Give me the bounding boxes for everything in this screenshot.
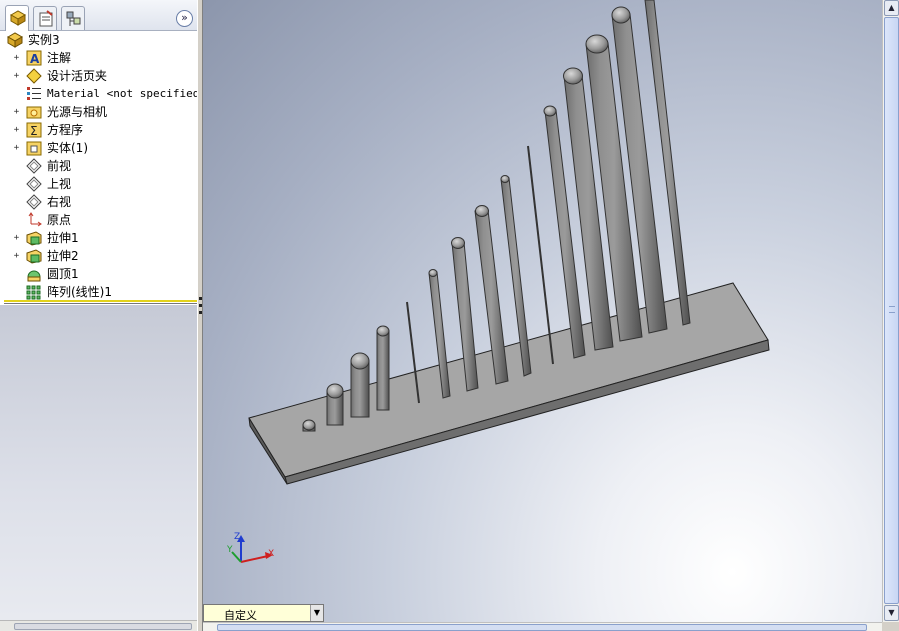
tree-item-label: 实体(1) — [47, 141, 88, 155]
design-binder-icon — [26, 68, 42, 84]
tree-item-label: 原点 — [47, 213, 72, 227]
tree-root-part[interactable]: 实例3 — [0, 31, 197, 49]
svg-text:A: A — [30, 52, 40, 66]
view-orientation-value: 自定义 — [224, 609, 257, 622]
tree-item-label: 方程序 — [47, 123, 84, 137]
pin — [527, 145, 554, 365]
panel-scroll-thumb[interactable] — [14, 623, 192, 630]
triad-z-label: Z — [234, 532, 240, 542]
graphics-area[interactable]: Z X Y — [203, 0, 882, 622]
expand-icon[interactable]: + — [12, 144, 21, 153]
feature-manager-tab[interactable] — [5, 5, 29, 32]
expand-icon[interactable]: + — [12, 126, 21, 135]
reference-triad: Z X Y — [226, 532, 274, 563]
tree-item-origin[interactable]: 原点 — [0, 211, 197, 229]
splitter-grip-dot — [199, 304, 202, 307]
scroll-grip-icon — [889, 306, 895, 313]
tree-item-label: 设计活页夹 — [47, 69, 108, 83]
chevron-down-icon[interactable]: ▼ — [310, 605, 323, 621]
plane-icon — [26, 194, 42, 210]
horizontal-scroll-thumb[interactable] — [217, 624, 867, 631]
splitter-grip-dot — [199, 297, 202, 300]
property-manager-tab[interactable] — [33, 6, 57, 30]
configuration-manager-icon — [66, 11, 81, 26]
vertical-scroll-thumb[interactable] — [884, 17, 899, 604]
tree-item-solid-bodies[interactable]: + 实体(1) — [0, 139, 197, 157]
material-icon — [27, 87, 41, 100]
svg-text:Σ: Σ — [30, 124, 38, 138]
lights-cameras-icon — [26, 106, 42, 119]
triad-y-label: Y — [226, 545, 233, 555]
solid-bodies-icon — [26, 141, 42, 156]
expand-icon[interactable]: + — [12, 252, 21, 261]
tree-item-right-plane[interactable]: 右视 — [0, 193, 197, 211]
tree-item-label: 拉伸1 — [47, 231, 79, 245]
view-orientation-dropdown[interactable]: 自定义 ▼ — [203, 604, 324, 622]
tree-item-extrude2[interactable]: + 拉伸2 — [0, 247, 197, 265]
feature-tree: 实例3 + A 注解 + 设计活页夹 Material <not specifi… — [0, 31, 206, 301]
scrollbar-corner — [882, 622, 899, 631]
pin — [376, 325, 390, 411]
feature-manager-panel: » 实例3 + A 注解 + 设计活页夹 Material <not speci… — [0, 0, 206, 631]
expand-icon[interactable]: + — [12, 234, 21, 243]
tree-item-label: 前视 — [47, 159, 72, 173]
viewport-horizontal-scrollbar[interactable] — [203, 622, 882, 631]
plane-icon — [26, 176, 42, 192]
plane-icon — [26, 158, 42, 174]
configuration-manager-tab[interactable] — [61, 6, 85, 30]
tree-item-label: 右视 — [47, 195, 72, 209]
tree-item-dome1[interactable]: 圆顶1 — [0, 265, 197, 283]
part-icon — [7, 32, 23, 48]
rollback-divider — [4, 303, 197, 304]
extrude-icon — [26, 249, 42, 264]
tree-item-label: 光源与相机 — [47, 105, 108, 119]
tree-item-equations[interactable]: + Σ 方程序 — [0, 121, 197, 139]
tree-item-label: 拉伸2 — [47, 249, 79, 263]
panel-horizontal-scrollbar[interactable] — [0, 620, 197, 631]
extrude-icon — [26, 231, 42, 246]
linear-pattern-icon — [26, 285, 41, 300]
tree-item-lights-cameras[interactable]: + 光源与相机 — [0, 103, 197, 121]
panel-empty-area — [0, 305, 197, 620]
viewport-vertical-scrollbar[interactable]: ▲ ▼ — [882, 0, 899, 622]
equations-icon: Σ — [26, 122, 42, 138]
tree-item-top-plane[interactable]: 上视 — [0, 175, 197, 193]
tree-item-label: 阵列(线性)1 — [47, 285, 112, 299]
tree-item-design-binder[interactable]: + 设计活页夹 — [0, 67, 197, 85]
panel-tabs: » — [0, 0, 197, 32]
tree-item-extrude1[interactable]: + 拉伸1 — [0, 229, 197, 247]
tree-item-label: 圆顶1 — [47, 267, 79, 281]
tabs-expand-button[interactable]: » — [176, 10, 193, 27]
scroll-down-button[interactable]: ▼ — [884, 605, 899, 621]
tree-root-label: 实例3 — [28, 33, 60, 47]
pin — [350, 352, 370, 418]
pin — [302, 419, 316, 432]
tree-item-label: 注解 — [47, 51, 72, 65]
annotations-icon: A — [26, 50, 42, 66]
rollback-bar[interactable] — [4, 300, 197, 302]
feature-manager-icon — [9, 10, 27, 26]
tree-item-material[interactable]: Material <not specified> — [0, 85, 206, 103]
splitter-grip-dot — [199, 311, 202, 314]
triad-x-label: X — [268, 549, 274, 559]
tree-item-label: Material <not specified> — [47, 87, 206, 100]
expand-icon[interactable]: + — [12, 54, 21, 63]
expand-icon[interactable]: + — [12, 108, 21, 117]
scroll-up-button[interactable]: ▲ — [884, 0, 899, 16]
origin-icon — [28, 212, 42, 227]
base-plate — [248, 282, 770, 485]
pin — [326, 383, 344, 426]
expand-icon[interactable]: + — [12, 72, 21, 81]
tree-item-linear-pattern1[interactable]: 阵列(线性)1 — [0, 283, 197, 301]
tree-item-annotations[interactable]: + A 注解 — [0, 49, 197, 67]
tree-item-front-plane[interactable]: 前视 — [0, 157, 197, 175]
tree-item-label: 上视 — [47, 177, 72, 191]
property-manager-icon — [39, 10, 53, 27]
dome-icon — [27, 270, 41, 282]
3d-model: Z X Y — [226, 0, 770, 563]
